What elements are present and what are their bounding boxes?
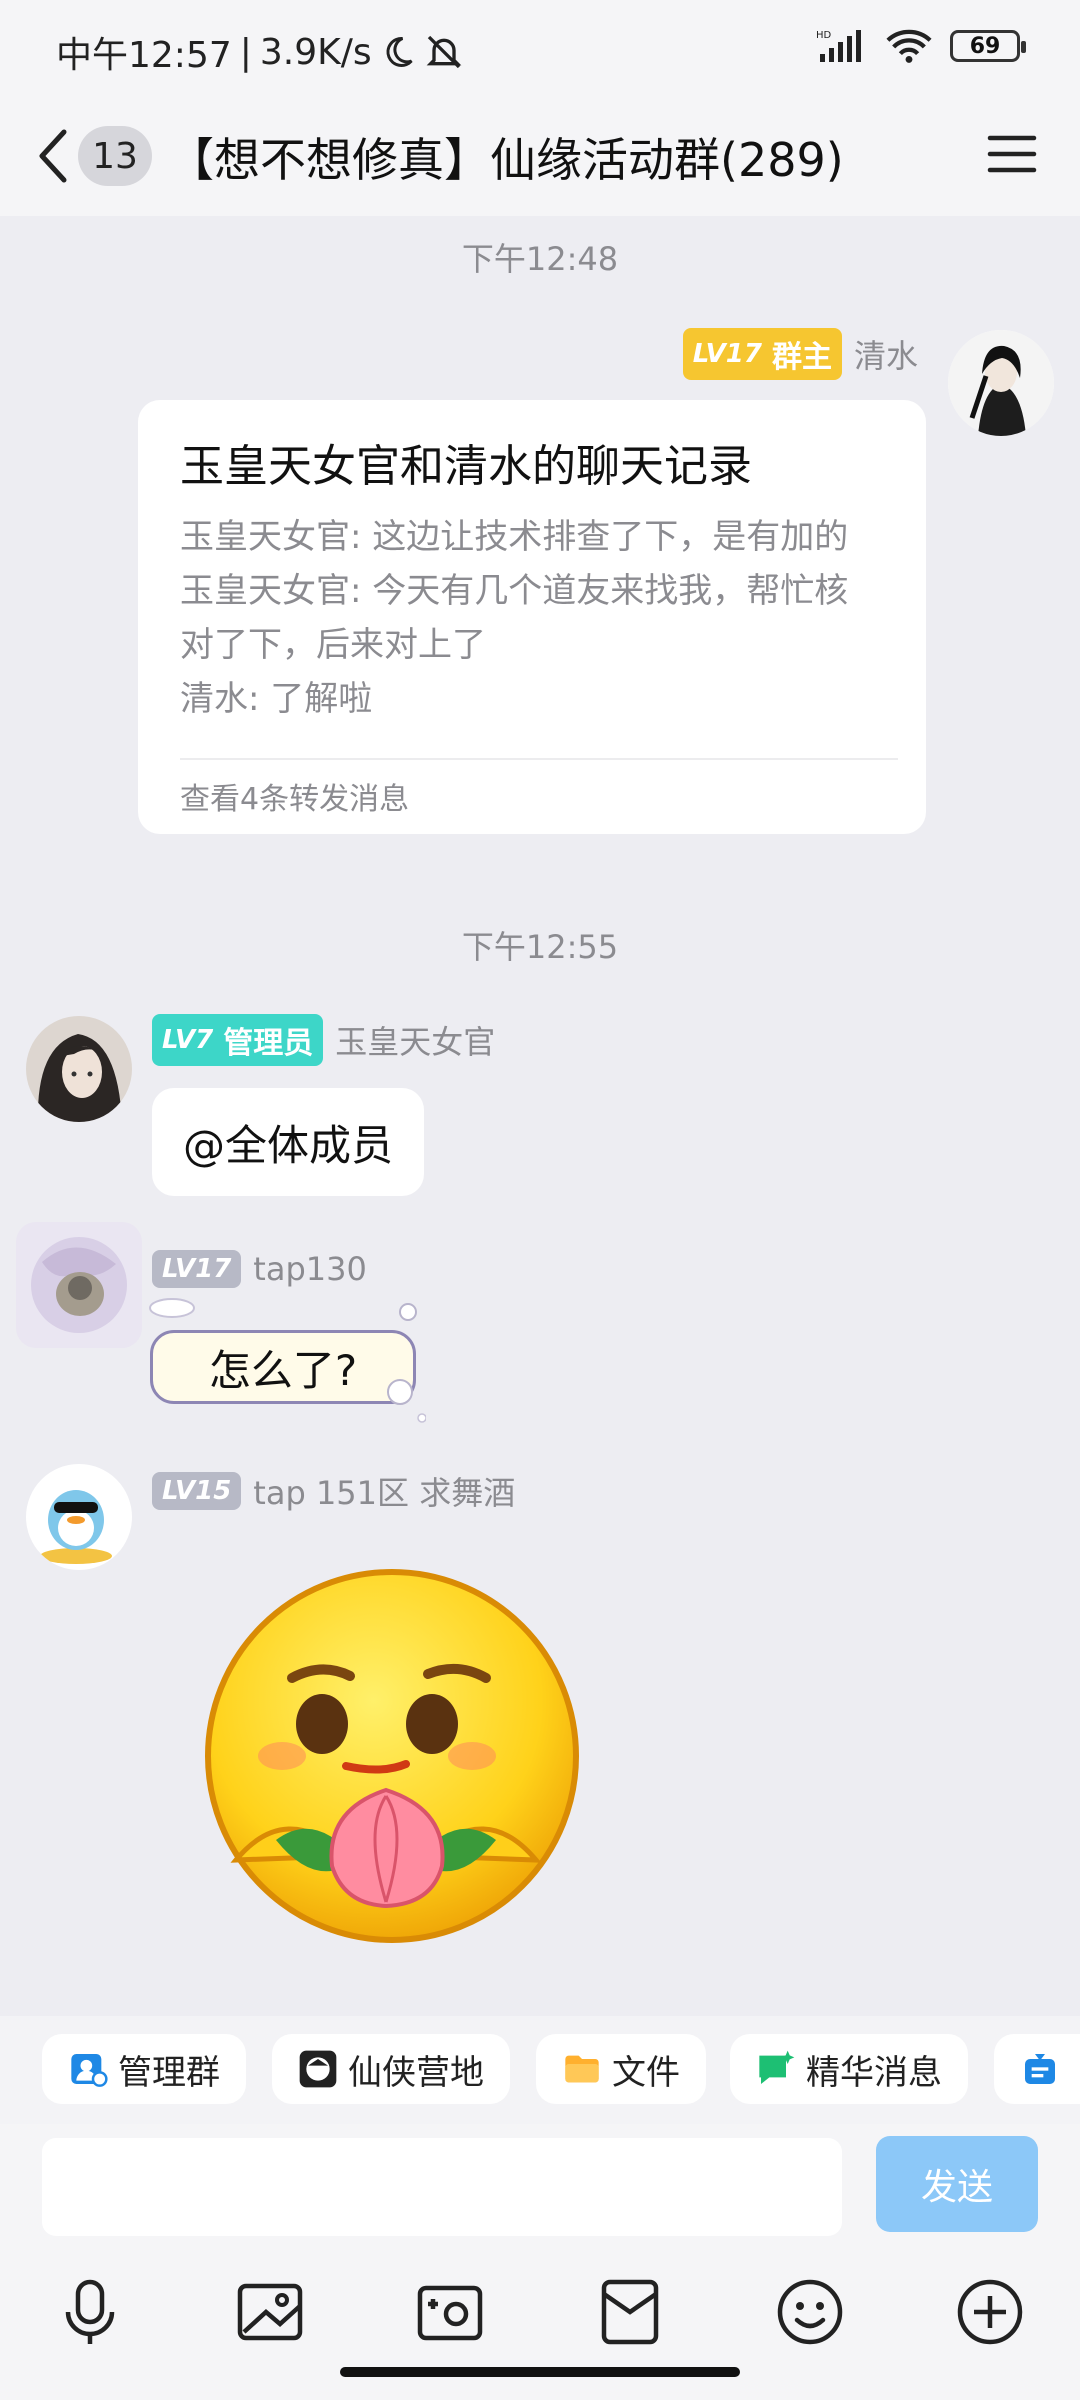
image-icon[interactable]	[230, 2272, 310, 2352]
essence-message-icon	[759, 2050, 795, 2084]
quick-label: 文件	[612, 2052, 680, 2093]
quick-manage-group[interactable]: 管理群	[42, 2034, 246, 2104]
forwarded-chat-card[interactable]: 玉皇天女官和清水的聊天记录 玉皇天女官: 这边让技术排查了下，是有加的 玉皇天女…	[138, 400, 926, 834]
card-preview: 玉皇天女官: 这边让技术排查了下，是有加的 玉皇天女官: 今天有几个道友来找我，…	[180, 510, 880, 726]
announcement-icon	[1025, 2054, 1055, 2084]
signal-icon: HD	[816, 30, 861, 62]
menu-icon[interactable]	[984, 126, 1040, 182]
battery-indicator: 69	[950, 30, 1026, 62]
silent-bell-icon	[426, 35, 461, 69]
member-badge: LV15	[152, 1472, 242, 1510]
avatar-image	[948, 330, 1054, 436]
home-indicator[interactable]	[340, 2367, 740, 2377]
time-divider: 下午12:48	[461, 240, 619, 278]
preview-line: 清水: 了解啦	[180, 679, 373, 719]
status-bar: 中午12:57 | 3.9K/s HD 69	[0, 0, 1080, 96]
status-separator: |	[239, 31, 252, 73]
sender-line: LV17 tap130	[152, 1250, 367, 1288]
camera-icon[interactable]	[410, 2272, 490, 2352]
plus-icon[interactable]	[950, 2272, 1030, 2352]
quick-label: 管理群	[118, 2052, 220, 2093]
message-input[interactable]	[42, 2138, 842, 2236]
avatar[interactable]	[948, 330, 1054, 436]
status-left: 中午12:57 | 3.9K/s	[56, 26, 464, 78]
send-button[interactable]: 发送	[876, 2136, 1038, 2232]
status-right: HD 69	[816, 28, 1026, 64]
member-badge: LV17	[152, 1250, 242, 1288]
role-label: 群主	[771, 340, 832, 375]
back-arrow-icon[interactable]	[30, 120, 80, 192]
network-speed: 3.9K/s	[259, 31, 372, 73]
network-type: HD	[816, 30, 832, 41]
level-label: LV7	[162, 1025, 214, 1055]
quick-label: 精华消息	[806, 2052, 942, 2093]
microphone-icon[interactable]	[50, 2272, 130, 2352]
quick-action-bar: 管理群 仙侠营地 文件 精华消息	[0, 2016, 1080, 2124]
sender-name[interactable]: 玉皇天女官	[335, 1017, 495, 1063]
message-text: @全体成员	[182, 1120, 393, 1170]
card-divider	[180, 758, 898, 760]
preview-line: 对了下，后来对上了	[180, 625, 486, 665]
quick-xianxia-camp[interactable]: 仙侠营地	[272, 2034, 510, 2104]
wifi-icon	[886, 29, 932, 63]
composer-area: 发送	[0, 2124, 1080, 2400]
xianxia-camp-icon	[299, 2050, 337, 2088]
bubble-decoration	[149, 1298, 426, 1423]
avatar-image	[16, 1222, 142, 1348]
unread-count-badge[interactable]: 13	[78, 126, 152, 186]
sender-line: LV7 管理员 玉皇天女官	[152, 1014, 495, 1066]
battery-level: 69	[969, 33, 1001, 59]
clock-text: 中午12:57	[56, 35, 232, 76]
chat-title[interactable]: 【想不想修真】仙缘活动群(289)	[168, 124, 844, 190]
sender-name[interactable]: tap 151区 求舞酒	[253, 1468, 515, 1514]
time-divider: 下午12:55	[461, 928, 619, 966]
avatar-image	[26, 1016, 132, 1122]
role-label: 管理员	[223, 1026, 314, 1061]
quick-label: 仙侠营地	[348, 2052, 484, 2093]
preview-line: 玉皇天女官: 今天有几个道友来找我，帮忙核	[180, 571, 849, 611]
avatar[interactable]	[16, 1222, 142, 1348]
manage-group-icon	[71, 2054, 108, 2087]
preview-line: 玉皇天女官: 这边让技术排查了下，是有加的	[180, 517, 849, 557]
sender-name[interactable]: 清水	[854, 331, 918, 377]
peach-holding-emoji-sticker[interactable]	[196, 1560, 596, 1980]
level-label: LV17	[162, 1254, 232, 1284]
quick-more-truncated[interactable]	[994, 2034, 1080, 2104]
owner-badge: LV17 群主	[682, 328, 842, 380]
red-packet-icon[interactable]	[590, 2272, 670, 2352]
sender-name[interactable]: tap130	[253, 1250, 367, 1288]
avatar[interactable]	[26, 1016, 132, 1122]
sender-line: LV15 tap 151区 求舞酒	[152, 1468, 515, 1514]
message-bubble[interactable]: @全体成员	[152, 1088, 424, 1196]
admin-badge: LV7 管理员	[152, 1014, 324, 1066]
sender-line: LV17 群主 清水	[682, 328, 918, 380]
folder-icon	[565, 2055, 599, 2083]
view-forwarded-link[interactable]: 查看4条转发消息	[180, 774, 409, 818]
chat-header: 13 【想不想修真】仙缘活动群(289)	[0, 96, 1080, 216]
quick-essence-messages[interactable]: 精华消息	[730, 2034, 968, 2104]
card-title: 玉皇天女官和清水的聊天记录	[180, 441, 752, 492]
emoji-icon[interactable]	[770, 2272, 850, 2352]
quick-files[interactable]: 文件	[536, 2034, 706, 2104]
level-label: LV15	[162, 1476, 232, 1506]
moon-icon	[386, 36, 413, 67]
avatar[interactable]	[26, 1464, 132, 1570]
avatar-image	[26, 1464, 132, 1570]
level-label: LV17	[692, 339, 762, 369]
